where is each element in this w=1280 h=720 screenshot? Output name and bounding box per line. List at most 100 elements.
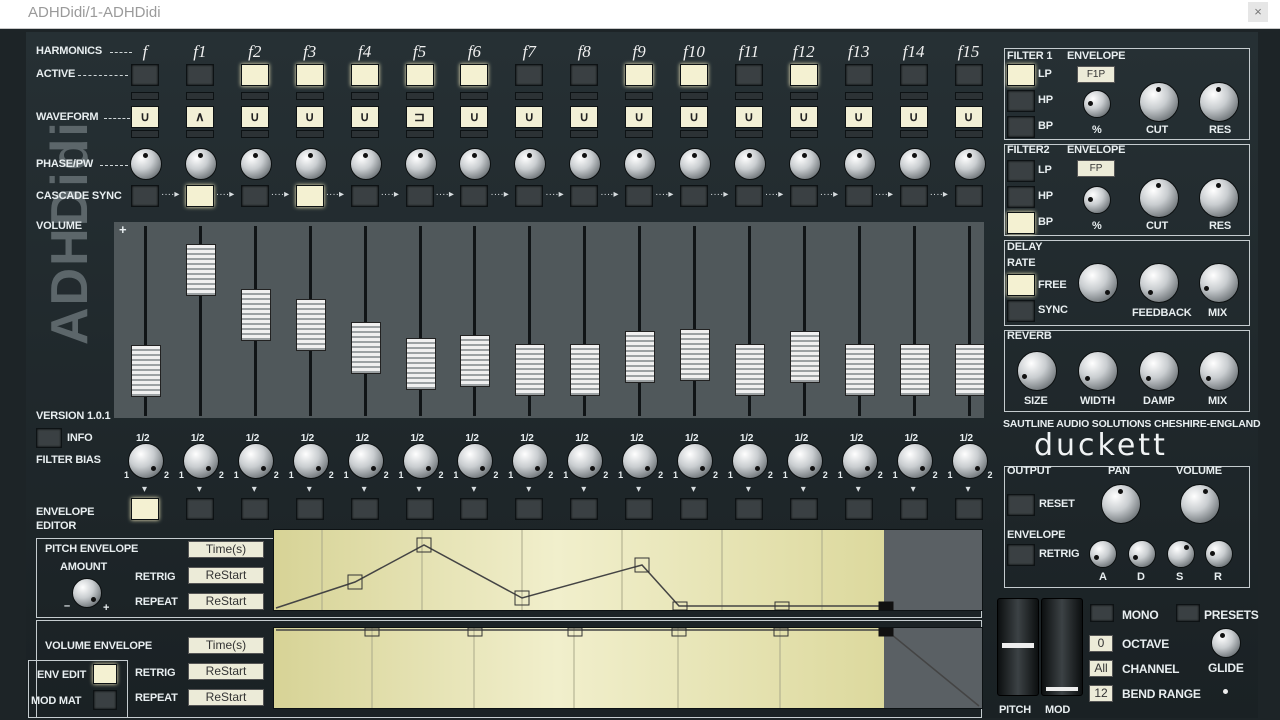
close-button[interactable]: × xyxy=(1248,2,1268,22)
waveform-up-button[interactable] xyxy=(515,92,544,100)
filter-bias-knob[interactable] xyxy=(292,443,329,479)
volume-fader[interactable] xyxy=(680,328,710,381)
filter-bias-knob[interactable] xyxy=(128,443,164,479)
pan-knob[interactable] xyxy=(1101,484,1141,524)
volume-fader[interactable] xyxy=(625,331,656,384)
envelope-editor-select[interactable] xyxy=(460,498,489,520)
volume-envelope-graph[interactable] xyxy=(273,627,983,709)
active-toggle[interactable] xyxy=(131,64,159,86)
waveform-up-button[interactable] xyxy=(460,92,489,100)
cascade-sync-toggle[interactable] xyxy=(954,185,983,207)
waveform-down-button[interactable] xyxy=(899,130,928,138)
waveform-up-button[interactable] xyxy=(570,92,599,100)
filter-bias-knob[interactable] xyxy=(731,443,768,479)
envelope-editor-select[interactable] xyxy=(405,498,434,520)
envelope-editor-select[interactable] xyxy=(131,498,159,520)
envelope-editor-select[interactable] xyxy=(350,498,379,520)
phase-knob[interactable] xyxy=(239,148,272,180)
delay-free-button[interactable] xyxy=(1007,274,1035,296)
filter-bias-knob[interactable] xyxy=(841,443,878,479)
waveform-up-button[interactable] xyxy=(240,92,269,100)
filter-bias-knob[interactable] xyxy=(567,443,604,479)
waveform-select[interactable]: ∪ xyxy=(680,106,708,128)
active-toggle[interactable] xyxy=(570,64,599,86)
filter-bias-knob[interactable] xyxy=(402,443,439,479)
cascade-sync-toggle[interactable] xyxy=(460,185,489,207)
reverb-mix-knob[interactable] xyxy=(1199,351,1239,391)
waveform-up-button[interactable] xyxy=(734,92,763,100)
presets-button[interactable] xyxy=(1176,604,1200,622)
phase-knob[interactable] xyxy=(569,148,602,180)
waveform-up-button[interactable] xyxy=(625,92,654,100)
waveform-up-button[interactable] xyxy=(899,92,928,100)
filter-bias-knob[interactable] xyxy=(182,443,219,479)
cascade-sync-toggle[interactable] xyxy=(625,185,654,207)
waveform-up-button[interactable] xyxy=(405,92,434,100)
active-toggle[interactable] xyxy=(515,64,544,86)
mono-button[interactable] xyxy=(1090,604,1114,622)
active-toggle[interactable] xyxy=(734,64,763,86)
envelope-editor-select[interactable] xyxy=(954,498,983,520)
envelope-editor-select[interactable] xyxy=(240,498,269,520)
active-toggle[interactable] xyxy=(460,64,489,86)
phase-knob[interactable] xyxy=(788,148,821,180)
active-toggle[interactable] xyxy=(185,64,214,86)
mod-mat-button[interactable] xyxy=(93,690,117,710)
active-toggle[interactable] xyxy=(295,64,324,86)
active-toggle[interactable] xyxy=(240,64,269,86)
waveform-down-button[interactable] xyxy=(460,130,489,138)
volume-fader[interactable] xyxy=(240,289,271,342)
waveform-up-button[interactable] xyxy=(844,92,873,100)
envelope-editor-select[interactable] xyxy=(844,498,873,520)
phase-knob[interactable] xyxy=(733,148,766,180)
octave-value[interactable]: 0 xyxy=(1089,635,1113,652)
cascade-sync-toggle[interactable] xyxy=(789,185,818,207)
attack-knob[interactable] xyxy=(1089,540,1117,568)
phase-knob[interactable] xyxy=(294,148,327,180)
sustain-knob[interactable] xyxy=(1167,540,1195,568)
pitch-wheel[interactable] xyxy=(997,598,1039,696)
waveform-down-button[interactable] xyxy=(295,130,324,138)
waveform-select[interactable]: ⊐ xyxy=(405,106,434,128)
cascade-sync-toggle[interactable] xyxy=(405,185,434,207)
phase-knob[interactable] xyxy=(679,148,711,180)
phase-knob[interactable] xyxy=(404,148,437,180)
pitch-envelope-graph[interactable] xyxy=(273,529,983,611)
waveform-select[interactable]: ∪ xyxy=(515,106,544,128)
filter2-envelope-select[interactable]: FP xyxy=(1077,160,1115,177)
filter-bias-knob[interactable] xyxy=(896,443,933,479)
amp-retrig-button[interactable] xyxy=(1007,544,1035,566)
envelope-editor-select[interactable] xyxy=(899,498,928,520)
phase-knob[interactable] xyxy=(130,148,162,180)
waveform-select[interactable]: ∪ xyxy=(734,106,763,128)
filter-bias-knob[interactable] xyxy=(237,443,274,479)
volume-fader[interactable] xyxy=(570,343,601,396)
filter1-envelope-select[interactable]: F1P xyxy=(1077,66,1115,83)
waveform-select[interactable]: ∪ xyxy=(460,106,489,128)
waveform-select[interactable]: ∪ xyxy=(350,106,379,128)
channel-value[interactable]: All xyxy=(1089,660,1113,677)
filter2-bp-button[interactable] xyxy=(1007,212,1035,234)
reverb-size-knob[interactable] xyxy=(1017,351,1057,391)
pitch-retrig-button[interactable]: ReStart xyxy=(188,567,264,584)
filter1-cut-knob[interactable] xyxy=(1139,82,1179,122)
envelope-editor-select[interactable] xyxy=(295,498,324,520)
pitch-repeat-button[interactable]: ReStart xyxy=(188,593,264,610)
info-button[interactable] xyxy=(36,428,62,448)
volume-fader[interactable] xyxy=(295,298,326,351)
waveform-down-button[interactable] xyxy=(954,130,983,138)
cascade-sync-toggle[interactable] xyxy=(131,185,159,207)
release-knob[interactable] xyxy=(1205,540,1233,568)
volume-fader[interactable] xyxy=(460,335,491,388)
filter2-lp-button[interactable] xyxy=(1007,160,1035,182)
env-edit-button[interactable] xyxy=(93,664,117,684)
waveform-up-button[interactable] xyxy=(680,92,708,100)
waveform-select[interactable]: ∪ xyxy=(131,106,159,128)
filter-bias-knob[interactable] xyxy=(347,443,384,479)
delay-feedback-knob[interactable] xyxy=(1139,263,1179,303)
envelope-editor-select[interactable] xyxy=(734,498,763,520)
waveform-down-button[interactable] xyxy=(844,130,873,138)
volume-repeat-button[interactable]: ReStart xyxy=(188,689,264,706)
volume-fader[interactable] xyxy=(789,331,820,384)
filter1-lp-button[interactable] xyxy=(1007,64,1035,86)
